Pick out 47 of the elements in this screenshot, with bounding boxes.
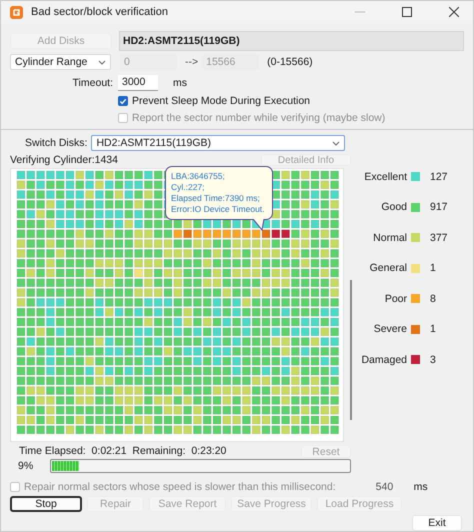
checkbox[interactable] [118, 96, 128, 106]
legend-count: 127 [429, 170, 449, 182]
caret-icon [98, 60, 106, 64]
close-icon[interactable] [449, 7, 459, 17]
verifying-cylinder-text: Verifying Cylinder:1434 [10, 154, 119, 166]
progress-reading: 9% [18, 460, 34, 472]
dropdown-value: HD2:ASMT2115(119GB) [96, 137, 212, 149]
timeout-label: Timeout: [72, 76, 113, 88]
legend-label: Severe [374, 323, 407, 335]
scrollbar[interactable] [350, 280, 352, 420]
range-text: (0-15566) [267, 56, 313, 68]
legend-label: General [370, 262, 407, 274]
legend-label: Good [381, 201, 407, 213]
arrow-text: --> [185, 56, 198, 68]
legend-count: 1 [429, 323, 437, 335]
unit-label: ms [414, 481, 428, 493]
timeout-field[interactable]: 3000 [118, 74, 158, 90]
switch-disks-dropdown[interactable]: HD2:ASMT2115(119GB) [91, 135, 346, 151]
tooltip-text: Elapsed Time:7390 ms; [171, 193, 261, 204]
legend-count: 917 [429, 201, 449, 213]
exit-button[interactable]: Exit [412, 515, 462, 531]
disk-name-field: HD2:ASMT2115(119GB) [119, 31, 464, 51]
caret-icon [332, 140, 340, 146]
legend-label: Normal [373, 232, 407, 244]
checkbox[interactable] [10, 482, 20, 492]
action-button[interactable]: Stop [10, 496, 82, 512]
legend-label: Damaged [361, 354, 407, 366]
switch-disks-label: Switch Disks: [25, 137, 88, 149]
legend-count: 377 [429, 232, 449, 244]
option-label: Repair normal sectors whose speed is slower than this millisecond: [24, 481, 336, 493]
maximize-icon[interactable] [402, 7, 412, 17]
tooltip-text: Error:IO Device Timeout. [171, 204, 266, 215]
legend-count: 1 [429, 262, 437, 274]
milliseconds-field[interactable]: 540 [376, 481, 411, 493]
app-icon [10, 6, 23, 18]
legend-label: Excellent [364, 170, 407, 182]
tooltip-text: Cyl.:227; [171, 182, 206, 193]
window-title: Bad sector/block verification [31, 6, 168, 18]
legend-label: Poor [384, 292, 407, 304]
timing-text: Time Elapsed: 0:02:21 Remaining: 0:23:20 [19, 445, 228, 457]
dropdown-value: Cylinder Range [15, 56, 88, 68]
legend-count: 3 [429, 354, 437, 366]
legend-count: 8 [429, 292, 437, 304]
tooltip-text: LBA:3646755; [171, 171, 226, 182]
option-label: Report the sector number while verifying (maybe slow) [132, 112, 386, 124]
option-label: Prevent Sleep Mode During Execution [132, 95, 310, 107]
unit-label: ms [173, 76, 187, 88]
